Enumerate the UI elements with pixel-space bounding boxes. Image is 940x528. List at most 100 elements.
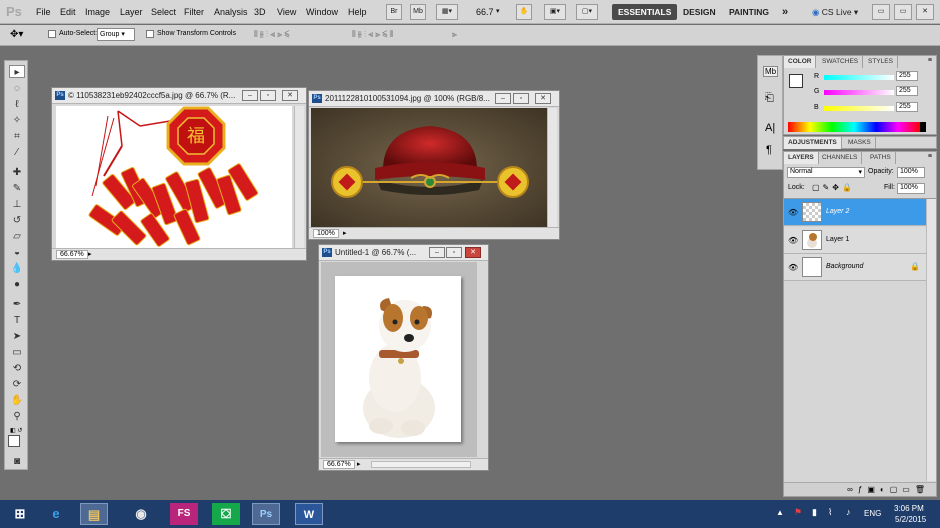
menu-file[interactable]: File [36, 7, 51, 17]
fill-field[interactable]: 100% [897, 183, 925, 194]
status-arrow-icon[interactable]: ▸ [357, 460, 361, 468]
clock-time[interactable]: 3:06 PM [894, 504, 924, 513]
blue-slider[interactable] [824, 106, 894, 111]
healing-brush-icon[interactable]: ✚ [9, 166, 25, 179]
3d-rotate-icon[interactable]: ⟲ [9, 362, 25, 375]
canvas-area[interactable] [321, 262, 477, 457]
move-tool-icon[interactable]: ✥▾ [10, 29, 23, 40]
canvas-dog[interactable] [335, 276, 461, 442]
eyedropper-tool-icon[interactable]: ⁄ [9, 146, 25, 159]
tab-masks[interactable]: MASKS [844, 137, 876, 149]
3d-orbit-icon[interactable]: ⟳ [9, 378, 25, 391]
swap-colors-icon[interactable]: ◧ ↺ [10, 427, 22, 434]
horizontal-scrollbar[interactable] [371, 461, 471, 468]
workspace-essentials[interactable]: ESSENTIALS [612, 4, 678, 20]
restore-icon[interactable]: ▫ [513, 93, 529, 104]
tab-adjustments[interactable]: ADJUSTMENTS [784, 137, 842, 149]
foreground-swatch[interactable] [789, 74, 803, 88]
eye-icon[interactable]: 👁 [788, 263, 798, 272]
canvas-firecrackers[interactable]: 福 [56, 106, 292, 249]
vertical-scrollbar[interactable] [294, 106, 304, 249]
minimize-icon[interactable]: – [242, 90, 258, 101]
foreground-color[interactable] [8, 435, 20, 447]
quick-mask-icon[interactable]: ◙ [9, 455, 25, 468]
marquee-tool-icon[interactable]: ◌ [9, 82, 25, 95]
panel-menu-icon[interactable]: ≡ [928, 153, 932, 160]
arrange-documents-button[interactable]: ▣▾ [544, 4, 566, 20]
type-tool-icon[interactable]: T [9, 314, 25, 327]
photoshop-taskbar-icon[interactable]: Ps [252, 503, 280, 525]
red-value[interactable]: 255 [896, 71, 918, 81]
green-slider[interactable] [824, 90, 894, 95]
history-brush-icon[interactable]: ↺ [9, 214, 25, 227]
layers-footer-buttons[interactable]: ∞ƒ▣◐▢▭🗑 [784, 482, 936, 496]
history-icon[interactable]: ⎗ [765, 92, 774, 105]
status-arrow-icon[interactable]: ▸ [88, 250, 92, 258]
menu-edit[interactable]: Edit [60, 7, 76, 17]
menu-analysis[interactable]: Analysis [214, 7, 248, 17]
vertical-scrollbar[interactable] [547, 108, 557, 227]
layer-row-layer-1[interactable]: 👁 Layer 1 [784, 227, 926, 254]
layers-scrollbar[interactable] [926, 199, 936, 481]
app-close-button[interactable]: ✕ [916, 4, 934, 20]
canvas-hat[interactable] [311, 108, 549, 227]
character-icon[interactable]: A| [765, 122, 775, 134]
word-taskbar-icon[interactable]: W [295, 503, 323, 525]
zoom-field[interactable]: 66.67% [56, 250, 88, 259]
minimize-icon[interactable]: – [429, 247, 445, 258]
chrome-icon[interactable]: ◉ [127, 503, 155, 525]
path-select-icon[interactable]: ➤ [9, 330, 25, 343]
document-window-firecrackers[interactable]: Ps © 110538231eb92402cccf5a.jpg @ 66.7% … [51, 87, 307, 261]
internet-explorer-icon[interactable]: e [42, 503, 70, 525]
close-icon[interactable]: ✕ [282, 90, 298, 101]
language-indicator[interactable]: ENG [864, 509, 881, 518]
restore-icon[interactable]: ▫ [446, 247, 462, 258]
workspace-painting[interactable]: PAINTING [729, 4, 769, 20]
paragraph-icon[interactable]: ¶ [766, 144, 772, 156]
tab-color[interactable]: COLOR [784, 56, 817, 68]
lock-buttons[interactable]: ▢✎✥🔒 [812, 183, 855, 192]
windows-start-icon[interactable]: ⊞ [6, 503, 34, 525]
rectangle-tool-icon[interactable]: ▭ [9, 346, 25, 359]
document-window-hat[interactable]: Ps 2011122810100531094.jpg @ 100% (RGB/8… [308, 90, 560, 240]
network-icon[interactable]: ⌇ [828, 507, 832, 518]
color-ramp[interactable] [788, 122, 920, 132]
screen-mode-button[interactable]: ▢▾ [576, 4, 598, 20]
workspace-design[interactable]: DESIGN [683, 4, 716, 20]
menu-layer[interactable]: Layer [120, 7, 143, 17]
clone-stamp-icon[interactable]: ⊥ [9, 198, 25, 211]
eraser-tool-icon[interactable]: ▱ [9, 230, 25, 243]
align-buttons[interactable]: ⫴⫵⫶⫷⫸⫹ [254, 29, 291, 40]
bridge-button[interactable]: Br [386, 4, 402, 20]
menu-view[interactable]: View [277, 7, 296, 17]
crop-tool-icon[interactable]: ⌗ [9, 130, 25, 143]
tab-swatches[interactable]: SWATCHES [818, 56, 864, 68]
app-minimize-button[interactable]: ▭ [872, 4, 890, 20]
auto-select-dropdown[interactable]: Group ▾ [97, 28, 135, 41]
clock-date[interactable]: 5/2/2015 [895, 515, 926, 524]
menu-help[interactable]: Help [348, 7, 367, 17]
minimize-icon[interactable]: – [495, 93, 511, 104]
zoom-field[interactable]: 66.67% [323, 460, 355, 469]
blend-mode-dropdown[interactable]: Normal ▾ [787, 167, 865, 178]
tab-layers[interactable]: LAYERS [784, 152, 819, 164]
green-value[interactable]: 255 [896, 86, 918, 96]
tab-paths[interactable]: PATHS [866, 152, 896, 164]
hand-rotate-button[interactable]: ✋ [516, 4, 532, 20]
battery-icon[interactable]: ▮ [812, 507, 817, 518]
tab-channels[interactable]: CHANNELS [818, 152, 863, 164]
move-tool-icon[interactable]: ▸ [9, 65, 25, 78]
file-explorer-icon[interactable]: ▤ [80, 503, 108, 525]
menu-window[interactable]: Window [306, 7, 338, 17]
extras-grid-button[interactable]: ▦▾ [436, 4, 458, 20]
cs-live-button[interactable]: ◉ CS Live ▾ [812, 4, 858, 20]
close-icon[interactable]: ✕ [535, 93, 551, 104]
document-titlebar[interactable]: Ps Untitled-1 @ 66.7% (... – ▫ ✕ [319, 245, 488, 261]
quick-select-tool-icon[interactable]: ✧ [9, 114, 25, 127]
hand-tool-icon[interactable]: ✋ [9, 394, 25, 407]
lasso-tool-icon[interactable]: ℓ [9, 98, 25, 111]
black-swatch[interactable] [920, 122, 926, 132]
store-icon[interactable]: ⛋ [212, 503, 240, 525]
layer-row-layer-2[interactable]: 👁 Layer 2 [784, 199, 926, 226]
blue-value[interactable]: 255 [896, 102, 918, 112]
